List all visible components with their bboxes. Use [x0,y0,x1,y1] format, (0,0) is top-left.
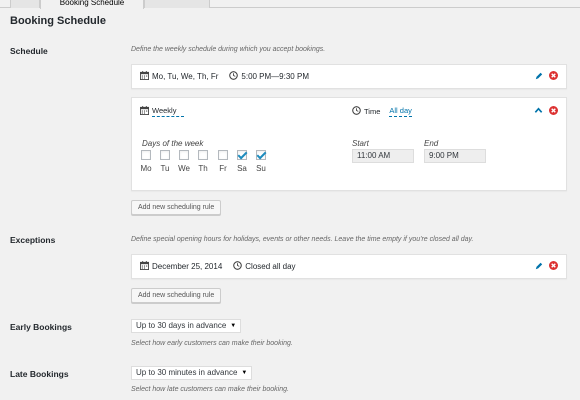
day-checkbox-mo[interactable]: Mo [139,150,153,173]
late-bookings-value: Up to 30 minutes in advance [136,368,238,377]
delete-icon[interactable] [549,261,558,272]
day-checkbox-tu[interactable]: Tu [158,150,172,173]
start-label: Start [352,139,369,148]
exceptions-description: Define special opening hours for holiday… [131,236,474,243]
schedule-rule-1[interactable]: Mo, Tu, We, Th, Fr 5:00 PM—9:30 PM [131,64,567,89]
clock-icon [352,106,361,117]
add-schedule-rule-button[interactable]: Add new scheduling rule [131,200,222,215]
delete-icon[interactable] [549,71,558,82]
rule-days-text: Mo, Tu, We, Th, Fr [152,72,219,81]
day-checkbox-sa[interactable]: Sa [235,150,249,173]
tab-1[interactable] [10,0,40,8]
day-label: Tu [160,164,170,173]
calendar-icon [140,106,149,117]
schedule-label: Schedule [10,46,48,56]
tab-bar: Booking Schedule [0,0,580,9]
day-checkbox-fr[interactable]: Fr [216,150,230,173]
clock-icon [229,71,239,82]
days-of-week-label: Days of the week [142,139,204,148]
dropdown-arrow-icon: ▼ [241,370,248,376]
day-label: Su [256,164,266,173]
frequency-select[interactable]: Weekly [152,106,184,117]
calendar-icon [140,261,149,272]
exception-rule-1[interactable]: December 25, 2014 Closed all day [131,254,567,279]
late-bookings-select[interactable]: Up to 30 minutes in advance ▼ [131,366,253,380]
clock-icon [233,261,243,272]
section-title: Booking Schedule [10,15,106,27]
end-label: End [424,139,439,148]
exceptions-label: Exceptions [10,235,56,245]
time-all-day-link[interactable]: All day [389,106,412,117]
edit-icon[interactable] [535,72,543,82]
add-exception-rule-button[interactable]: Add new scheduling rule [131,288,222,303]
early-bookings-value: Up to 30 days in advance [136,321,227,330]
end-time-field[interactable]: 9:00 PM [424,149,486,163]
day-checkbox-th[interactable]: Th [196,150,210,173]
delete-icon[interactable] [549,106,558,117]
start-time-field[interactable]: 11:00 AM [352,149,414,163]
early-bookings-select[interactable]: Up to 30 days in advance ▼ [131,319,242,333]
edit-icon[interactable] [535,262,543,272]
tab-3[interactable] [144,0,210,8]
day-label: Sa [237,164,247,173]
late-bookings-label: Late Bookings [10,369,69,379]
early-bookings-description: Select how early customers can make thei… [131,340,293,347]
exception-time-text: Closed all day [245,262,296,271]
day-checkbox-we[interactable]: We [177,150,191,173]
day-checkbox-su[interactable]: Su [254,150,268,173]
time-label: Time [364,107,381,116]
late-bookings-description: Select how late customers can make their… [131,386,289,393]
day-label: Th [198,164,208,173]
collapse-icon[interactable] [534,106,543,117]
dropdown-arrow-icon: ▼ [230,323,237,329]
tab-booking-schedule[interactable]: Booking Schedule [40,0,144,9]
day-label: Mo [140,164,152,173]
schedule-description: Define the weekly schedule during which … [131,46,326,53]
rule-time-text: 5:00 PM—9:30 PM [241,72,309,81]
exception-date-text: December 25, 2014 [152,262,223,271]
calendar-icon [140,71,149,82]
day-label: Fr [219,164,227,173]
early-bookings-label: Early Bookings [10,322,72,332]
day-label: We [178,164,190,173]
schedule-rule-2: Weekly Time All day Days of the week Mo … [131,97,567,191]
